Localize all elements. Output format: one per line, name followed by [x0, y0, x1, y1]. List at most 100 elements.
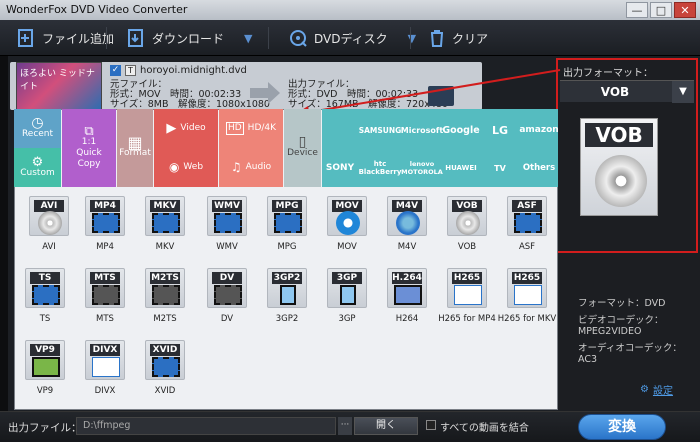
clear-button[interactable]: クリア [428, 20, 488, 56]
brand-lenovo-motorola[interactable]: lenovo MOTOROLA [401, 150, 443, 186]
category-hd4k-label: HD/4K [247, 123, 277, 133]
settings-link[interactable]: ⚙ 設定 [640, 382, 673, 397]
mov-icon: MOV [327, 196, 367, 236]
asf-icon: ASF [507, 196, 547, 236]
brand-amazon[interactable]: amazon [519, 112, 558, 148]
headphones-icon: ♫ [230, 160, 242, 174]
trash-icon [431, 30, 443, 47]
merge-label: すべての動画を結合 [440, 423, 529, 434]
add-file-label: ファイル追加 [42, 31, 115, 46]
toolbar: ファイル追加 ダウンロード ▼ DVDディスク ▼ クリア [0, 20, 700, 56]
output-path: D:\ffmpeg [83, 420, 131, 431]
gear-icon: ⚙ [640, 384, 649, 395]
format-dropdown[interactable]: VOB ▼ [560, 80, 694, 103]
apple-icon[interactable] [322, 112, 358, 148]
vob-icon: VOB [447, 196, 487, 236]
chevron-down-icon[interactable]: ▼ [244, 32, 252, 45]
brand-google[interactable]: Google [442, 112, 480, 148]
brand-htc-blackberry[interactable]: htc BlackBerry [359, 150, 402, 186]
video-thumbnail: ほろよい ミッドナイト [16, 62, 102, 110]
xvid-icon: XVID [145, 340, 185, 380]
add-file-button[interactable]: ファイル追加 [16, 20, 114, 56]
brand-tv[interactable]: TV [481, 150, 519, 186]
file-header: ✓ T horoyoi.midnight.dvd [110, 65, 247, 76]
format-mkv[interactable]: MKV MKV [136, 196, 194, 256]
left-strip [0, 56, 8, 411]
category-quick-copy[interactable]: ⧉ 1:1 Quick Copy [62, 109, 116, 187]
open-button[interactable]: 開く [354, 417, 418, 435]
h264-icon: H.264 [387, 268, 427, 308]
hd-icon: HD [225, 122, 244, 135]
window-controls: — □ ✕ [626, 2, 696, 18]
info-audio-codec: AC3 [578, 354, 598, 365]
chevron-down-icon[interactable]: ▼ [408, 32, 416, 45]
brand-lg[interactable]: LG [481, 112, 519, 148]
format-icon: ▦ [127, 133, 143, 152]
category-audio[interactable]: ♫ Audio [219, 148, 283, 187]
title-bar: WonderFox DVD Video Converter — □ ✕ [0, 0, 700, 20]
h265-mkv-icon: H265 [507, 268, 547, 308]
bottom-bar: 出力ファイル： D:\ffmpeg ··· 開く すべての動画を結合 変換 [0, 411, 700, 442]
toolbar-divider [106, 27, 107, 49]
category-web-label: Web [183, 162, 204, 172]
selected-format: VOB [600, 85, 630, 99]
dvd-disc-button[interactable]: DVDディスク ▼ [288, 20, 416, 56]
download-button[interactable]: ダウンロード ▼ [126, 20, 252, 56]
category-recent[interactable]: ◷ Recent [14, 109, 61, 148]
category-video[interactable]: ▶ Video [154, 109, 218, 148]
big-format-band: VOB [585, 123, 653, 147]
category-video-label: Video [180, 123, 206, 133]
settings-label: 設定 [652, 386, 673, 397]
brand-samsung[interactable]: SAMSUNG [359, 112, 402, 148]
category-custom[interactable]: ⚙ Custom [14, 148, 61, 187]
category-custom-label: Custom [20, 167, 55, 178]
merge-checkbox[interactable] [426, 420, 436, 430]
download-label: ダウンロード [152, 31, 225, 46]
source-info: 元ファイル： 形式：MOV 時間：00:02:33 サイズ：8MB 解像度：10… [110, 80, 270, 110]
maximize-button[interactable]: □ [650, 2, 672, 18]
chevron-down-icon[interactable]: ▼ [672, 81, 694, 103]
browse-button[interactable]: ··· [338, 417, 352, 435]
format-m2ts[interactable]: M2TS M2TS [136, 268, 194, 328]
info-audio-codec-label: オーディオコーデック： [578, 343, 682, 354]
3gp2-icon: 3GP2 [267, 268, 307, 308]
3gp-icon: 3GP [327, 268, 367, 308]
category-hd4k[interactable]: HD HD/4K [219, 109, 283, 148]
category-format[interactable]: ▦ Format [117, 109, 153, 187]
brand-others[interactable]: Others [520, 150, 558, 186]
format-label: ASF [518, 242, 536, 252]
brand-huawei[interactable]: HUAWEI [442, 150, 480, 186]
clear-label: クリア [452, 31, 489, 46]
vp9-icon: VP9 [25, 340, 65, 380]
output-folder-label: 出力ファイル： [8, 422, 82, 434]
file-checkbox[interactable]: ✓ [110, 65, 121, 76]
app-title: WonderFox DVD Video Converter [6, 3, 188, 16]
add-file-icon [18, 29, 33, 47]
mts-icon: MTS [85, 268, 125, 308]
category-device[interactable]: ▯ Device [284, 109, 321, 187]
mpg-icon: MPG [267, 196, 307, 236]
dv-icon: DV [207, 268, 247, 308]
brand-sony[interactable]: SONY [322, 150, 358, 186]
info-video-codec: MPEG2VIDEO [578, 326, 642, 337]
format-xvid[interactable]: XVID XVID [136, 340, 194, 400]
m4v-icon: M4V [387, 196, 427, 236]
brand-microsoft[interactable]: Microsoft [401, 112, 443, 148]
format-asf[interactable]: ASF ASF [498, 196, 556, 256]
dvd-disc-icon [290, 30, 307, 47]
close-button[interactable]: ✕ [674, 2, 696, 18]
file-type-tag: T [125, 65, 136, 76]
output-format-label: 出力フォーマット： [563, 68, 653, 79]
clock-icon: ◷ [31, 114, 44, 131]
output-path-field[interactable]: D:\ffmpeg [76, 417, 336, 435]
gear-icon: ⚙ [31, 154, 44, 170]
minimize-button[interactable]: — [626, 2, 648, 18]
category-web[interactable]: ◉ Web [154, 148, 218, 187]
mkv-icon: MKV [145, 196, 185, 236]
category-format-label: Format [119, 148, 151, 158]
avi-icon: AVI [29, 196, 69, 236]
download-icon [128, 29, 143, 47]
info-format: フォーマット：DVD [578, 298, 666, 309]
convert-button[interactable]: 変換 [578, 414, 666, 440]
format-h265-mkv[interactable]: H265 H265 for MKV [498, 268, 556, 328]
